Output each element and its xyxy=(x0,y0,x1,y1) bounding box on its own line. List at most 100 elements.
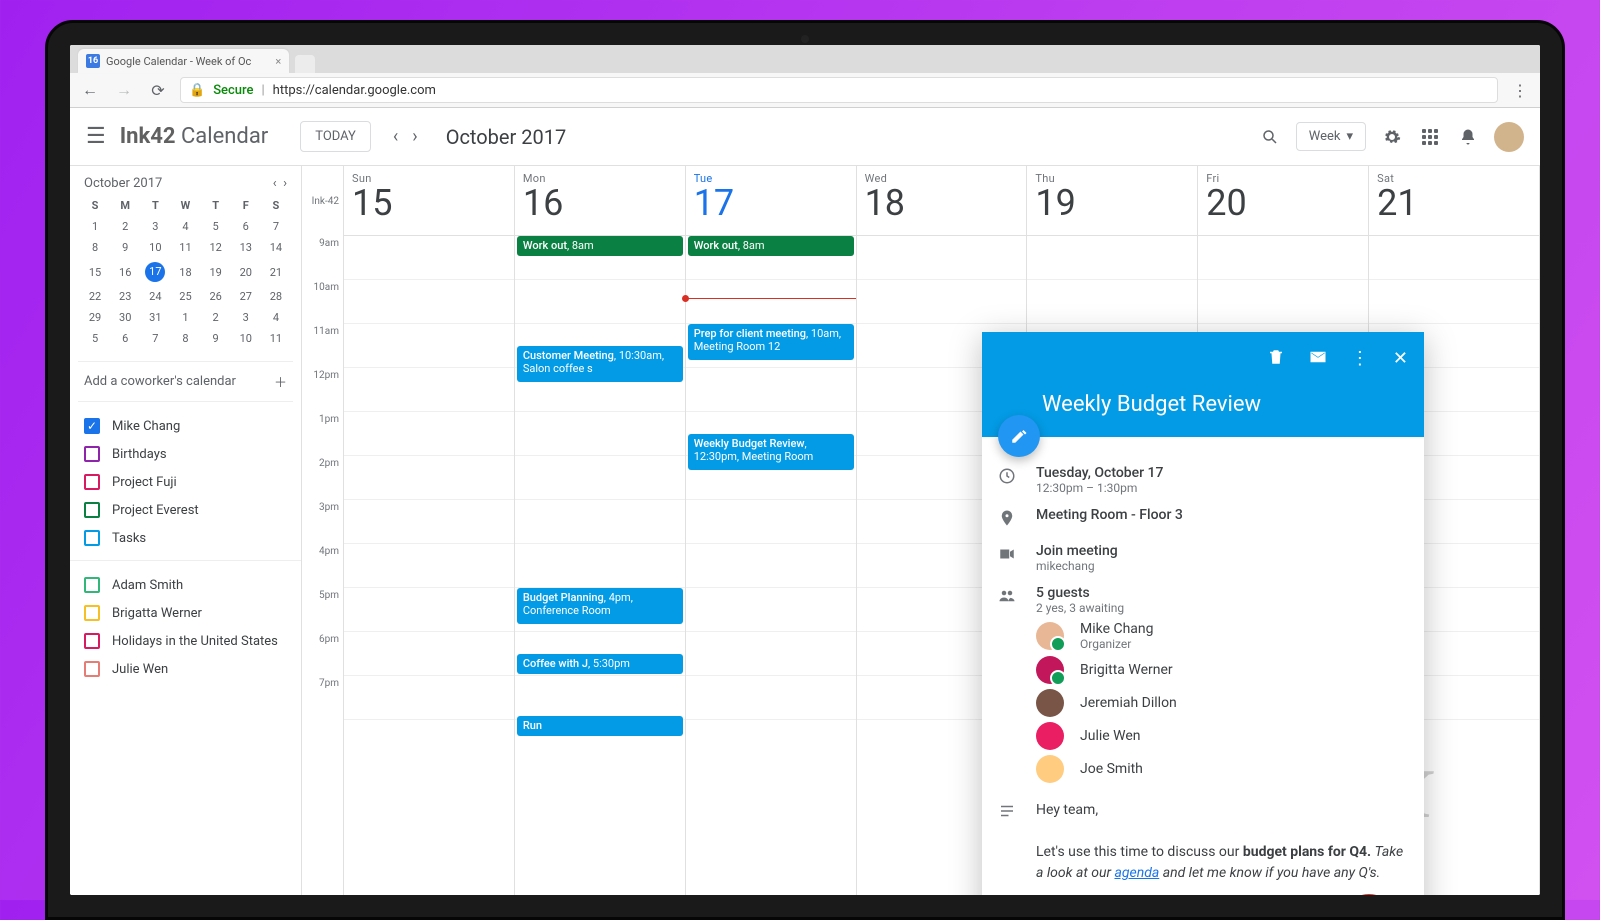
calendar-item[interactable]: ✓ Mike Chang xyxy=(70,412,301,440)
guest-avatar xyxy=(1036,755,1064,783)
calendar-event[interactable]: Work out, 8am xyxy=(688,236,854,256)
browser-menu-icon[interactable]: ⋮ xyxy=(1508,78,1532,102)
calendar-item[interactable]: Project Fuji xyxy=(70,468,301,496)
checkbox-icon[interactable] xyxy=(84,633,100,649)
calendar-event[interactable]: Work out, 8am xyxy=(517,236,683,256)
account-avatar[interactable] xyxy=(1494,122,1524,152)
browser-tab[interactable]: 16 Google Calendar - Week of Oc × xyxy=(78,49,289,73)
apps-icon[interactable] xyxy=(1418,125,1442,149)
guest-name: Mike Chang xyxy=(1080,621,1154,637)
guest-row[interactable]: Jeremiah Dillon xyxy=(1036,689,1408,717)
hour-label: 6pm xyxy=(302,632,339,676)
calendar-label: Mike Chang xyxy=(112,419,180,434)
guest-row[interactable]: Brigitta Werner xyxy=(1036,656,1408,684)
delete-icon[interactable] xyxy=(1267,348,1285,370)
calendar-label: Project Everest xyxy=(112,503,199,518)
next-period-icon[interactable]: › xyxy=(408,122,421,151)
guest-row[interactable]: Mike ChangOrganizer xyxy=(1036,621,1408,651)
today-button[interactable]: TODAY xyxy=(300,121,371,152)
calendar-item[interactable]: Julie Wen xyxy=(70,655,301,683)
calendar-item[interactable]: Adam Smith xyxy=(70,571,301,599)
checkbox-icon[interactable]: ✓ xyxy=(84,418,100,434)
forward-icon[interactable]: → xyxy=(112,78,136,102)
day-column[interactable]: Mon16Work out, 8amCustomer Meeting, 10:3… xyxy=(515,166,686,895)
app-title: Ink42 Calendar xyxy=(120,124,269,149)
guest-name: Jeremiah Dillon xyxy=(1080,695,1177,711)
calendar-event[interactable]: Budget Planning, 4pm, Conference Room xyxy=(517,588,683,624)
event-time: 12:30pm – 1:30pm xyxy=(1036,481,1408,495)
add-coworker-label: Add a coworker's calendar xyxy=(84,374,236,389)
checkbox-icon[interactable] xyxy=(84,661,100,677)
calendar-event[interactable]: Prep for client meeting, 10am, Meeting R… xyxy=(688,324,854,360)
guest-avatar xyxy=(1036,656,1064,684)
hour-label: 12pm xyxy=(302,368,339,412)
checkbox-icon[interactable] xyxy=(84,502,100,518)
view-selector[interactable]: Week▾ xyxy=(1296,122,1366,151)
edit-event-button[interactable] xyxy=(998,415,1040,457)
new-tab-button[interactable] xyxy=(295,55,315,73)
day-number: 20 xyxy=(1206,185,1360,221)
settings-icon[interactable] xyxy=(1380,125,1404,149)
join-meeting-id: mikechang xyxy=(1036,559,1408,573)
checkbox-icon[interactable] xyxy=(84,474,100,490)
calendar-event[interactable]: Coffee with J, 5:30pm xyxy=(517,654,683,674)
calendar-label: Brigatta Werner xyxy=(112,606,202,621)
guest-row[interactable]: Julie Wen xyxy=(1036,722,1408,750)
guest-row[interactable]: Joe Smith xyxy=(1036,755,1408,783)
calendar-label: Adam Smith xyxy=(112,578,183,593)
hour-label: 10am xyxy=(302,280,339,324)
back-icon[interactable]: ← xyxy=(78,78,102,102)
guest-avatar xyxy=(1036,689,1064,717)
location-icon xyxy=(998,507,1018,531)
calendar-label: Birthdays xyxy=(112,447,167,462)
day-column[interactable]: Tue17Work out, 8amPrep for client meetin… xyxy=(686,166,857,895)
mini-prev-icon[interactable]: ‹ xyxy=(273,176,277,191)
address-bar[interactable]: 🔒 Secure | https://calendar.google.com xyxy=(180,77,1498,103)
email-icon[interactable] xyxy=(1309,348,1327,370)
checkbox-icon[interactable] xyxy=(84,530,100,546)
calendar-event[interactable]: Weekly Budget Review, 12:30pm, Meeting R… xyxy=(688,434,854,470)
guest-name: Joe Smith xyxy=(1080,761,1143,777)
calendar-item[interactable]: Brigatta Werner xyxy=(70,599,301,627)
checkbox-icon[interactable] xyxy=(84,446,100,462)
add-coworker-row[interactable]: Add a coworker's calendar ＋ xyxy=(78,361,293,402)
mini-calendar[interactable]: SMTWTFS123456789101112131415161718192021… xyxy=(70,195,301,349)
day-column[interactable]: Sun15 xyxy=(344,166,515,895)
menu-icon[interactable]: ☰ xyxy=(86,124,106,149)
event-title: Weekly Budget Review xyxy=(998,392,1408,417)
checkbox-icon[interactable] xyxy=(84,605,100,621)
clock-icon xyxy=(998,465,1018,489)
calendar-favicon-icon: 16 xyxy=(86,54,100,68)
video-icon xyxy=(998,543,1018,567)
guests-status: 2 yes, 3 awaiting xyxy=(1036,601,1408,615)
guest-role: Organizer xyxy=(1080,637,1154,651)
mini-next-icon[interactable]: › xyxy=(283,176,287,191)
calendar-item[interactable]: Tasks xyxy=(70,524,301,552)
calendar-item[interactable]: Birthdays xyxy=(70,440,301,468)
guest-avatar xyxy=(1036,622,1064,650)
plus-icon[interactable]: ＋ xyxy=(274,372,287,391)
day-number: 15 xyxy=(352,185,506,221)
close-icon[interactable]: ✕ xyxy=(1393,348,1408,370)
join-meeting-link[interactable]: Join meeting xyxy=(1036,543,1408,559)
agenda-link[interactable]: agenda xyxy=(1114,865,1159,881)
checkbox-icon[interactable] xyxy=(84,577,100,593)
calendar-item[interactable]: Project Everest xyxy=(70,496,301,524)
calendar-event[interactable]: Customer Meeting, 10:30am, Salon coffee … xyxy=(517,346,683,382)
prev-period-icon[interactable]: ‹ xyxy=(389,122,402,151)
url-text: https://calendar.google.com xyxy=(273,83,436,98)
sidebar: October 2017 ‹ › SMTWTFS1234567891011121… xyxy=(70,166,302,895)
calendar-label: Julie Wen xyxy=(112,662,168,677)
search-icon[interactable] xyxy=(1258,125,1282,149)
more-icon[interactable]: ⋮ xyxy=(1351,348,1369,370)
notifications-icon[interactable] xyxy=(1456,125,1480,149)
calendar-event[interactable]: Run xyxy=(517,716,683,736)
reload-icon[interactable]: ⟳ xyxy=(146,78,170,102)
calendar-item[interactable]: Holidays in the United States xyxy=(70,627,301,655)
day-number: 21 xyxy=(1377,185,1531,221)
hour-label: 5pm xyxy=(302,588,339,632)
hour-label: 9am xyxy=(302,236,339,280)
day-number: 18 xyxy=(865,185,1019,221)
calendar-label: Project Fuji xyxy=(112,475,177,490)
close-tab-icon[interactable]: × xyxy=(275,55,281,68)
